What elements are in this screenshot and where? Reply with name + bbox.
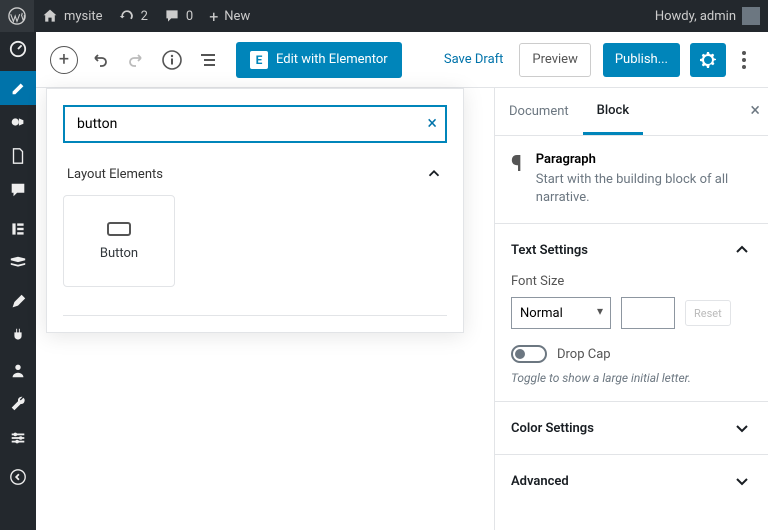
close-sidebar-icon[interactable]: × (750, 100, 760, 121)
menu-pages[interactable] (0, 139, 36, 173)
more-menu-button[interactable] (730, 43, 758, 77)
block-item-button[interactable]: Button (63, 195, 175, 287)
block-description: Start with the building block of all nar… (536, 171, 752, 207)
add-block-button[interactable]: + (50, 46, 78, 74)
menu-media[interactable] (0, 105, 36, 139)
paragraph-icon: ¶ (511, 152, 522, 207)
undo-button[interactable] (82, 42, 118, 78)
category-toggle-layout[interactable]: Layout Elements (63, 143, 447, 195)
info-button[interactable] (154, 42, 190, 78)
wp-logo[interactable] (0, 0, 34, 32)
menu-collapse[interactable] (0, 460, 36, 494)
menu-templates[interactable] (0, 246, 36, 280)
category-label: Layout Elements (67, 167, 163, 182)
menu-dashboard[interactable] (0, 32, 36, 66)
menu-plugins[interactable] (0, 319, 36, 353)
account[interactable]: Howdy, admin (647, 0, 768, 32)
text-settings-title: Text Settings (511, 243, 588, 258)
text-settings-toggle[interactable]: Text Settings (511, 240, 752, 260)
clear-search-icon[interactable]: × (427, 113, 437, 134)
menu-tools[interactable] (0, 387, 36, 421)
elementor-icon: E (250, 51, 268, 69)
chevron-down-icon (732, 471, 752, 491)
comment-count: 0 (186, 9, 193, 24)
block-inserter: × Layout Elements Button (46, 88, 464, 333)
font-size-label: Font Size (511, 274, 752, 289)
elementor-label: Edit with Elementor (276, 52, 388, 67)
block-title: Paragraph (536, 152, 752, 167)
color-settings-toggle[interactable]: Color Settings (495, 402, 768, 455)
font-size-select[interactable]: Normal (511, 297, 611, 329)
new-content[interactable]: + New (201, 0, 258, 32)
tab-block[interactable]: Block (583, 88, 643, 135)
outline-button[interactable] (190, 42, 226, 78)
font-size-reset-button[interactable]: Reset (685, 300, 731, 326)
new-label: New (224, 9, 250, 24)
chevron-down-icon (732, 418, 752, 438)
drop-cap-hint: Toggle to show a large initial letter. (511, 371, 752, 385)
color-settings-title: Color Settings (511, 421, 594, 436)
avatar-icon (742, 7, 760, 25)
comments[interactable]: 0 (156, 0, 201, 32)
menu-users[interactable] (0, 353, 36, 387)
drop-cap-toggle[interactable] (511, 345, 547, 363)
advanced-title: Advanced (511, 474, 569, 489)
menu-appearance[interactable] (0, 285, 36, 319)
site-home[interactable]: mysite (34, 0, 111, 32)
preview-button[interactable]: Preview (519, 43, 590, 77)
settings-toggle-button[interactable] (690, 43, 726, 77)
menu-comments[interactable] (0, 173, 36, 207)
block-item-label: Button (100, 246, 138, 261)
save-draft-button[interactable]: Save Draft (434, 52, 514, 67)
menu-posts[interactable] (0, 71, 36, 105)
tab-document[interactable]: Document (495, 88, 583, 135)
update-count: 2 (141, 9, 148, 24)
block-search-input[interactable] (63, 105, 447, 143)
site-name: mysite (64, 9, 103, 24)
publish-button[interactable]: Publish... (603, 43, 680, 77)
edit-elementor-button[interactable]: E Edit with Elementor (236, 42, 402, 78)
redo-button[interactable] (118, 42, 154, 78)
button-block-icon (107, 222, 131, 236)
drop-cap-label: Drop Cap (557, 347, 611, 362)
menu-elementor[interactable] (0, 212, 36, 246)
howdy-text: Howdy, admin (655, 9, 736, 24)
updates[interactable]: 2 (111, 0, 156, 32)
chevron-up-icon (732, 240, 752, 260)
advanced-toggle[interactable]: Advanced (495, 455, 768, 507)
chevron-up-icon (425, 165, 443, 183)
menu-settings[interactable] (0, 421, 36, 455)
font-size-input[interactable] (621, 297, 675, 329)
